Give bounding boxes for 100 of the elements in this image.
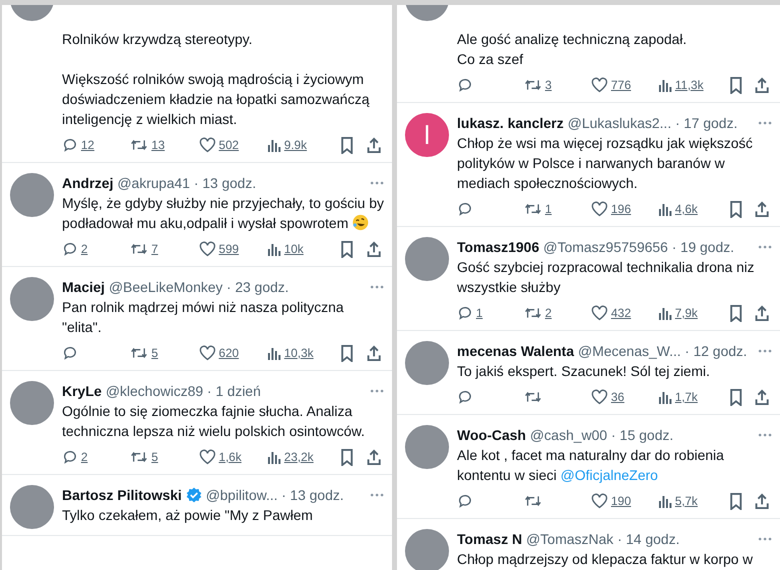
- view-count[interactable]: 4,6k: [675, 202, 698, 216]
- view-count[interactable]: 7,9k: [675, 306, 698, 320]
- repost-count[interactable]: 3: [545, 78, 552, 92]
- share-icon[interactable]: [366, 240, 382, 258]
- repost-count[interactable]: 13: [151, 138, 165, 152]
- avatar-photo-placeholder[interactable]: [10, 485, 54, 529]
- comment-icon[interactable]: [457, 305, 473, 321]
- heart-icon[interactable]: [591, 201, 608, 217]
- heart-icon[interactable]: [198, 137, 216, 153]
- more-icon[interactable]: [758, 245, 772, 249]
- like-count[interactable]: 1,6k: [218, 450, 242, 464]
- repost-icon[interactable]: [524, 389, 542, 405]
- more-icon[interactable]: [370, 389, 384, 393]
- like-count[interactable]: 36: [611, 390, 624, 404]
- bookmark-icon[interactable]: [729, 200, 743, 218]
- view-count[interactable]: 9.9k: [284, 138, 307, 152]
- like-count[interactable]: 620: [218, 346, 239, 360]
- more-icon[interactable]: [370, 181, 384, 185]
- user-name[interactable]: mecenas Walenta: [457, 343, 574, 359]
- repost-icon[interactable]: [130, 137, 148, 153]
- view-count[interactable]: 10,3k: [284, 346, 314, 360]
- bar-chart-icon[interactable]: [658, 202, 672, 216]
- bookmark-icon[interactable]: [729, 76, 743, 94]
- repost-icon[interactable]: [524, 201, 542, 217]
- comment-icon[interactable]: [62, 137, 78, 153]
- more-icon[interactable]: [370, 493, 384, 497]
- user-name[interactable]: Woo-Cash: [457, 427, 526, 443]
- view-count[interactable]: 1,7k: [675, 390, 698, 404]
- heart-icon[interactable]: [591, 493, 608, 509]
- like-count[interactable]: 502: [218, 138, 239, 152]
- heart-icon[interactable]: [198, 345, 216, 361]
- bookmark-icon[interactable]: [340, 448, 354, 466]
- bar-chart-icon[interactable]: [267, 450, 282, 464]
- repost-count[interactable]: 5: [151, 346, 158, 360]
- user-name[interactable]: KryLe: [62, 383, 102, 399]
- share-icon[interactable]: [366, 344, 382, 362]
- like-count[interactable]: 432: [611, 306, 632, 320]
- share-icon[interactable]: [754, 388, 770, 406]
- repost-icon[interactable]: [130, 449, 148, 465]
- letter-avatar[interactable]: l: [405, 113, 449, 157]
- share-icon[interactable]: [754, 76, 770, 94]
- share-icon[interactable]: [366, 448, 382, 466]
- like-count[interactable]: 190: [611, 494, 632, 508]
- bookmark-icon[interactable]: [729, 388, 743, 406]
- more-icon[interactable]: [758, 433, 772, 437]
- reply-count[interactable]: 1: [476, 306, 483, 320]
- view-count[interactable]: 5,7k: [675, 494, 698, 508]
- comment-icon[interactable]: [62, 449, 78, 465]
- comment-icon[interactable]: [62, 241, 78, 257]
- user-name[interactable]: Tomasz N: [457, 531, 522, 547]
- bar-chart-icon[interactable]: [267, 138, 282, 152]
- view-count[interactable]: 23,2k: [284, 450, 314, 464]
- heart-icon[interactable]: [591, 77, 608, 93]
- comment-icon[interactable]: [457, 201, 473, 217]
- like-count[interactable]: 196: [611, 202, 632, 216]
- comment-icon[interactable]: [457, 389, 473, 405]
- share-icon[interactable]: [754, 492, 770, 510]
- repost-count[interactable]: 1: [545, 202, 552, 216]
- bookmark-icon[interactable]: [729, 304, 743, 322]
- repost-icon[interactable]: [130, 241, 148, 257]
- user-name[interactable]: lukasz. kanclerz: [457, 115, 564, 131]
- avatar-photo-placeholder[interactable]: [10, 277, 54, 321]
- bookmark-icon[interactable]: [340, 344, 354, 362]
- view-count[interactable]: 10k: [284, 242, 304, 256]
- bookmark-icon[interactable]: [340, 240, 354, 258]
- avatar-photo-placeholder[interactable]: [405, 425, 449, 469]
- user-name[interactable]: Bartosz Pilitowski: [62, 487, 182, 503]
- share-icon[interactable]: [754, 304, 770, 322]
- like-count[interactable]: 599: [218, 242, 239, 256]
- avatar-photo-placeholder[interactable]: [10, 381, 54, 425]
- more-icon[interactable]: [758, 537, 772, 541]
- heart-icon[interactable]: [198, 241, 216, 257]
- share-icon[interactable]: [366, 136, 382, 154]
- reply-count[interactable]: 12: [81, 138, 94, 152]
- reply-count[interactable]: 2: [81, 242, 88, 256]
- repost-icon[interactable]: [130, 345, 148, 361]
- repost-count[interactable]: 7: [151, 242, 158, 256]
- repost-icon[interactable]: [524, 493, 542, 509]
- bar-chart-icon[interactable]: [267, 346, 282, 360]
- heart-icon[interactable]: [591, 389, 608, 405]
- avatar-photo-placeholder[interactable]: [405, 529, 449, 570]
- bar-chart-icon[interactable]: [658, 494, 672, 508]
- avatar-photo-placeholder[interactable]: [405, 341, 449, 385]
- repost-icon[interactable]: [524, 305, 542, 321]
- bar-chart-icon[interactable]: [658, 306, 672, 320]
- like-count[interactable]: 776: [611, 78, 632, 92]
- reply-count[interactable]: 2: [81, 450, 88, 464]
- more-icon[interactable]: [758, 121, 772, 125]
- bookmark-icon[interactable]: [729, 492, 743, 510]
- comment-icon[interactable]: [62, 345, 78, 361]
- share-icon[interactable]: [754, 200, 770, 218]
- repost-count[interactable]: 2: [545, 306, 552, 320]
- bookmark-icon[interactable]: [340, 136, 354, 154]
- comment-icon[interactable]: [457, 77, 473, 93]
- more-icon[interactable]: [758, 349, 772, 353]
- heart-icon[interactable]: [591, 305, 608, 321]
- avatar-photo-placeholder[interactable]: [10, 173, 54, 217]
- bar-chart-icon[interactable]: [658, 78, 672, 92]
- user-name[interactable]: Tomasz1906: [457, 239, 540, 255]
- bar-chart-icon[interactable]: [267, 242, 282, 256]
